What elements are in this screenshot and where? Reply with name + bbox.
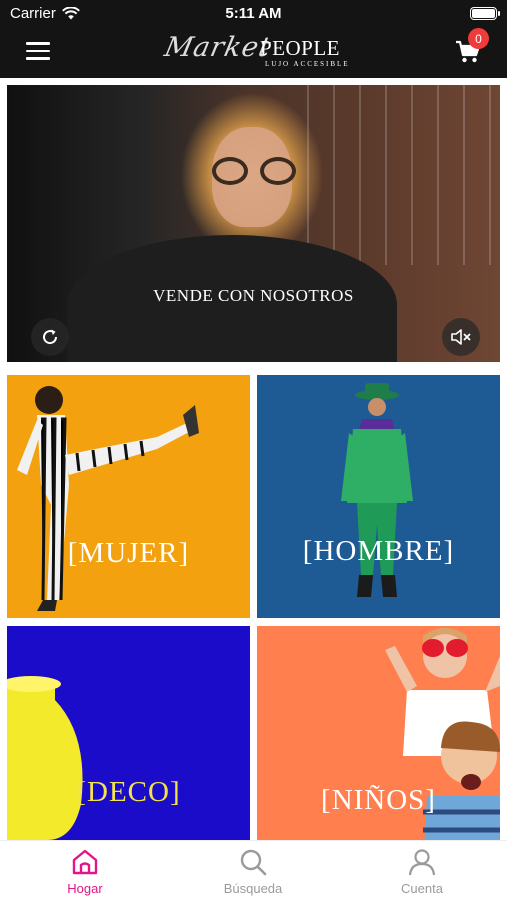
category-label-hombre: [HOMBRE] (302, 535, 455, 567)
battery-icon (470, 7, 500, 20)
bottom-tab-bar: Hogar Búsqueda Cuenta (0, 840, 507, 900)
kids-image (385, 628, 500, 869)
category-tile-deco[interactable]: [DECO] (7, 626, 250, 869)
tab-busqueda[interactable]: Búsqueda (193, 847, 313, 896)
logo-script: Market (161, 32, 275, 63)
category-tile-ninos[interactable]: [NIÑOS] (257, 626, 500, 869)
cart-count-badge: 0 (468, 28, 489, 49)
home-icon (72, 849, 98, 875)
search-icon (240, 849, 267, 876)
hero-video-banner[interactable]: VENDE CON NOSOTROS (7, 85, 500, 362)
tab-cuenta[interactable]: Cuenta (362, 847, 482, 896)
brand-logo[interactable]: Market PEOPLE LUJO ACCESIBLE (161, 28, 355, 78)
category-label-ninos: [NIÑOS] (321, 784, 436, 816)
category-label-deco: [DECO] (76, 776, 181, 808)
yellow-vase-image (7, 676, 83, 840)
replay-icon (43, 329, 58, 345)
logo-brand: PEOPLE (260, 36, 341, 60)
mute-button[interactable] (442, 318, 480, 356)
tab-label-cuenta: Cuenta (401, 881, 443, 896)
app-header: Carrier 5:11 AM Market PEOPLE LUJO ACCES… (0, 0, 507, 78)
tab-label-hogar: Hogar (67, 881, 103, 896)
category-tile-hombre[interactable]: [HOMBRE] (257, 375, 500, 618)
tab-hogar[interactable]: Hogar (25, 847, 145, 896)
replay-button[interactable] (31, 318, 69, 356)
status-time: 5:11 AM (225, 5, 282, 22)
hero-background-wall (307, 85, 500, 265)
model-woman-striped-image (17, 386, 199, 611)
category-tile-mujer[interactable]: [MUJER] (7, 375, 250, 618)
hero-caption: VENDE CON NOSOTROS (153, 286, 354, 305)
logo-tagline: LUJO ACCESIBLE (265, 60, 350, 68)
user-icon (408, 849, 436, 876)
category-label-mujer: [MUJER] (67, 537, 190, 569)
tab-label-busqueda: Búsqueda (223, 881, 283, 896)
model-man-green-image (341, 383, 413, 597)
speaker-muted-icon (451, 329, 471, 345)
hamburger-menu-icon[interactable] (26, 42, 50, 60)
status-bar: Carrier 5:11 AM (0, 0, 507, 28)
hero-figure-glasses (212, 157, 302, 185)
